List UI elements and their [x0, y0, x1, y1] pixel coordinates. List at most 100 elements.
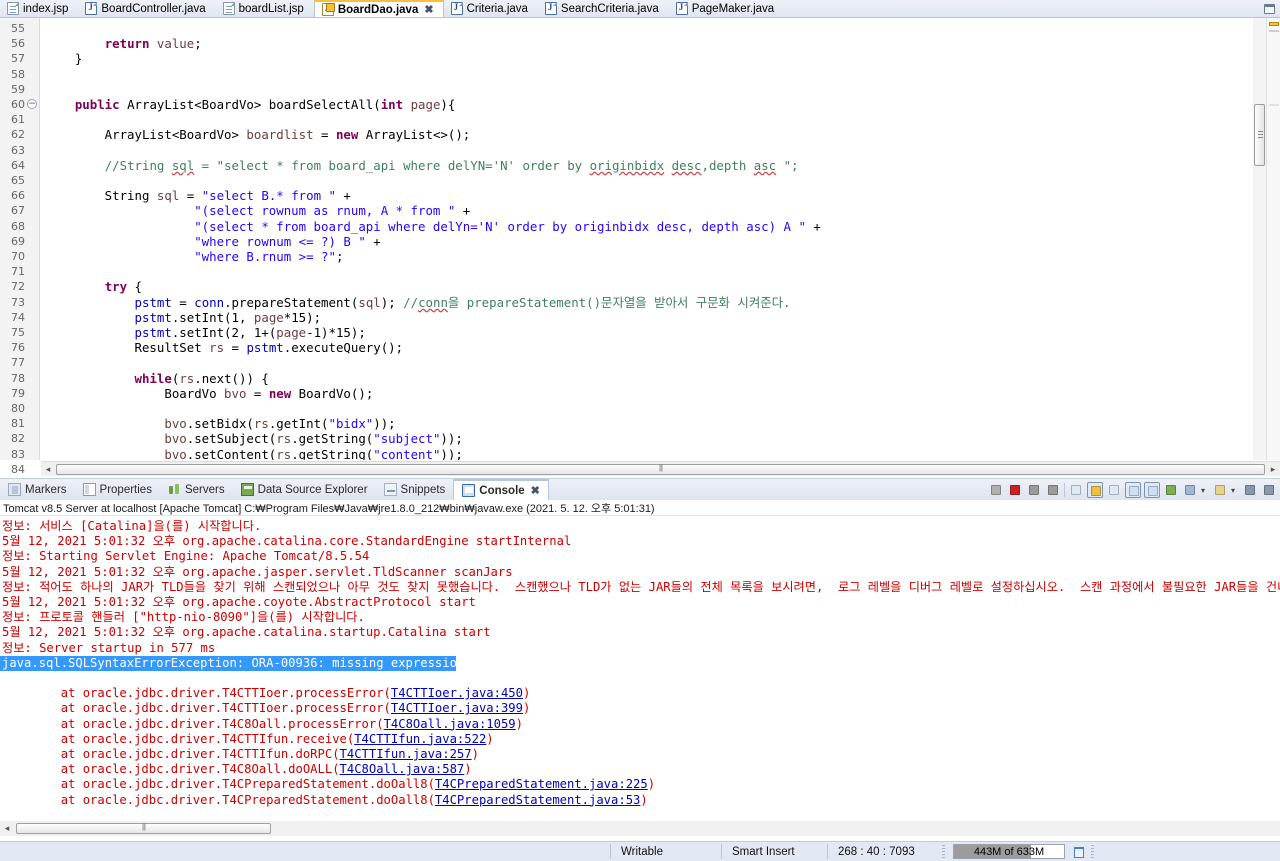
console-line[interactable]: 정보: Server startup in 577 ms	[2, 641, 215, 656]
memory-monitor[interactable]: 443M of 633M	[953, 844, 1065, 859]
code-line[interactable]: return value;	[45, 36, 202, 51]
console-line[interactable]: at oracle.jdbc.driver.T4CTTIoer.processE…	[2, 701, 531, 716]
code-line[interactable]: public ArrayList<BoardVo> boardSelectAll…	[45, 97, 455, 112]
console-output[interactable]: 정보: 서비스 [Catalina]을(를) 시작합니다. 5월 12, 2021…	[0, 516, 1280, 807]
editor-code-area[interactable]: return value; } public ArrayList<BoardVo…	[41, 18, 1253, 460]
code-line[interactable]	[45, 82, 52, 97]
console-line[interactable]: 5월 12, 2021 5:01:32 오후 org.apache.coyote…	[2, 595, 476, 610]
remove-all-terminated-icon[interactable]	[1045, 482, 1061, 498]
console-line[interactable]: 5월 12, 2021 5:01:32 오후 org.apache.catali…	[2, 625, 491, 640]
garbage-collect-button[interactable]	[1071, 844, 1087, 860]
view-tab-data-source-explorer[interactable]: Data Source Explorer	[233, 479, 376, 500]
editor-tab-criteria-java[interactable]: Criteria.java	[444, 0, 538, 17]
code-line[interactable]: "(select * from board_api where delYn='N…	[45, 219, 821, 234]
editor-tab-index-jsp[interactable]: index.jsp	[0, 0, 78, 17]
terminate-all-icon[interactable]	[988, 482, 1004, 498]
open-console-dropdown-icon[interactable]: ▾	[1231, 482, 1239, 498]
display-selected-console-dropdown-icon[interactable]: ▾	[1201, 482, 1209, 498]
editor-tab-searchcriteria-java[interactable]: SearchCriteria.java	[538, 0, 669, 17]
scroll-lock-icon[interactable]	[1087, 482, 1103, 498]
code-line[interactable]	[45, 21, 52, 36]
minimize-view-icon[interactable]	[1242, 482, 1258, 498]
code-line[interactable]	[45, 355, 52, 370]
console-line[interactable]: 5월 12, 2021 5:01:32 오후 org.apache.jasper…	[2, 565, 513, 580]
code-line[interactable]: BoardVo bvo = new BoardVo();	[45, 386, 373, 401]
show-console-on-output-icon[interactable]	[1125, 482, 1141, 498]
console-line[interactable]: at oracle.jdbc.driver.T4CTTIfun.receive(…	[2, 732, 494, 747]
code-line[interactable]: String sql = "select B.* from " +	[45, 188, 351, 203]
editor-vertical-scrollbar[interactable]	[1253, 18, 1266, 460]
console-line-selected[interactable]: java.sql.SQLSyntaxErrorException: ORA-00…	[0, 655, 464, 671]
status-drag-handle[interactable]	[1091, 844, 1094, 859]
editor-tab-boardcontroller-java[interactable]: BoardController.java	[78, 0, 215, 17]
code-line[interactable]: "(select rownum as rnum, A * from " +	[45, 203, 470, 218]
warning-marker-icon[interactable]	[1269, 22, 1279, 26]
code-line[interactable]	[45, 264, 52, 279]
editor-line-number-gutter: 55 56 57 58 59 60−61 62 63 64 65 66 67 68 69 70 71 72 73 7…	[0, 18, 40, 476]
code-editor[interactable]: 55 56 57 58 59 60−61 62 63 64 65 66 67 68 69 70 71 72 73 7…	[0, 18, 1280, 476]
editor-overview-ruler[interactable]	[1266, 18, 1280, 460]
console-line[interactable]: 정보: 프로토콜 핸들러 ["http-nio-8090"]을(를) 시작합니다…	[2, 610, 365, 625]
view-tab-servers[interactable]: Servers	[160, 479, 233, 500]
console-line[interactable]: at oracle.jdbc.driver.T4CTTIfun.doRPC(T4…	[2, 747, 479, 762]
editor-tab-pagemaker-java[interactable]: PageMaker.java	[669, 0, 784, 17]
editor-horizontal-scroll-thumb[interactable]	[56, 463, 1265, 475]
code-line[interactable]: ResultSet rs = pstmt.executeQuery();	[45, 340, 404, 355]
code-line[interactable]: ArrayList<BoardVo> boardlist = new Array…	[45, 127, 471, 142]
editor-tab-boardlist-jsp[interactable]: boardList.jsp	[216, 0, 314, 17]
editor-horizontal-scrollbar[interactable]: ◂ ▸	[41, 461, 1280, 476]
code-line[interactable]: }	[45, 51, 82, 66]
view-tab-snippets[interactable]: Snippets	[376, 479, 454, 500]
scroll-left-arrow-icon[interactable]: ◂	[41, 464, 55, 475]
console-line[interactable]: at oracle.jdbc.driver.T4C8Oall.doOALL(T4…	[2, 762, 472, 777]
code-line[interactable]	[45, 112, 52, 127]
console-line[interactable]: at oracle.jdbc.driver.T4CPreparedStateme…	[2, 793, 648, 807]
console-scroll-left-arrow-icon[interactable]: ◂	[0, 823, 14, 834]
code-line[interactable]	[45, 401, 52, 416]
maximize-view-icon[interactable]	[1261, 482, 1277, 498]
console-line[interactable]	[2, 671, 9, 686]
console-line[interactable]: at oracle.jdbc.driver.T4C8Oall.processEr…	[2, 717, 523, 732]
code-line[interactable]: pstmt.setInt(2, 1+(page-1)*15);	[45, 325, 366, 340]
code-line[interactable]	[45, 143, 52, 158]
show-console-on-error-icon[interactable]	[1144, 482, 1160, 498]
close-icon[interactable]: ✖	[531, 484, 540, 497]
code-line[interactable]: while(rs.next()) {	[45, 371, 269, 386]
code-line[interactable]: bvo.setContent(rs.getString("content"));	[45, 447, 462, 460]
console-horizontal-scroll-thumb[interactable]	[16, 823, 271, 834]
pin-console-icon[interactable]	[1163, 482, 1179, 498]
console-line[interactable]: 정보: 적어도 하나의 JAR가 TLD들을 찾기 위해 스캔되었으나 아무 것…	[2, 580, 1280, 595]
code-line[interactable]: pstmt = conn.prepareStatement(sql); //co…	[45, 295, 791, 310]
scroll-right-arrow-icon[interactable]: ▸	[1266, 464, 1280, 475]
code-line[interactable]: try {	[45, 279, 142, 294]
editor-tab-boarddao-java[interactable]: BoardDao.java ✖	[313, 0, 444, 17]
console-line[interactable]: 정보: 서비스 [Catalina]을(를) 시작합니다.	[2, 519, 261, 534]
console-line[interactable]: at oracle.jdbc.driver.T4CTTIoer.processE…	[2, 686, 531, 701]
remove-launch-icon[interactable]	[1026, 482, 1042, 498]
code-line[interactable]: bvo.setSubject(rs.getString("subject"));	[45, 431, 462, 446]
view-tab-console[interactable]: Console ✖	[453, 479, 549, 500]
code-fold-toggle-icon[interactable]: −	[27, 99, 37, 109]
code-line[interactable]	[45, 67, 52, 82]
close-icon[interactable]: ✖	[424, 3, 433, 16]
view-tab-markers[interactable]: Markers	[0, 479, 75, 500]
code-line[interactable]: pstmt.setInt(1, page*15);	[45, 310, 322, 325]
console-line[interactable]: at oracle.jdbc.driver.T4CPreparedStateme…	[2, 777, 655, 792]
word-wrap-icon[interactable]	[1106, 482, 1122, 498]
console-line[interactable]: 5월 12, 2021 5:01:32 오후 org.apache.catali…	[2, 534, 571, 549]
view-tab-properties[interactable]: Properties	[75, 479, 160, 500]
console-horizontal-scrollbar[interactable]: ◂	[0, 821, 1280, 836]
open-console-icon[interactable]	[1212, 482, 1228, 498]
code-line[interactable]: "where rownum <= ?) B " +	[45, 234, 381, 249]
code-line[interactable]: "where B.rnum >= ?";	[45, 249, 343, 264]
clear-console-icon[interactable]	[1068, 482, 1084, 498]
editor-vertical-scroll-thumb[interactable]	[1254, 104, 1265, 166]
terminate-icon[interactable]	[1007, 482, 1023, 498]
status-drag-handle[interactable]	[942, 844, 945, 859]
code-line[interactable]	[45, 173, 52, 188]
code-line[interactable]: bvo.setBidx(rs.getInt("bidx"));	[45, 416, 395, 431]
restore-window-button[interactable]	[1261, 1, 1278, 16]
console-line[interactable]: 정보: Starting Servlet Engine: Apache Tomc…	[2, 549, 369, 564]
display-selected-console-icon[interactable]	[1182, 482, 1198, 498]
code-line[interactable]: //String sql = "select * from board_api …	[45, 158, 799, 173]
